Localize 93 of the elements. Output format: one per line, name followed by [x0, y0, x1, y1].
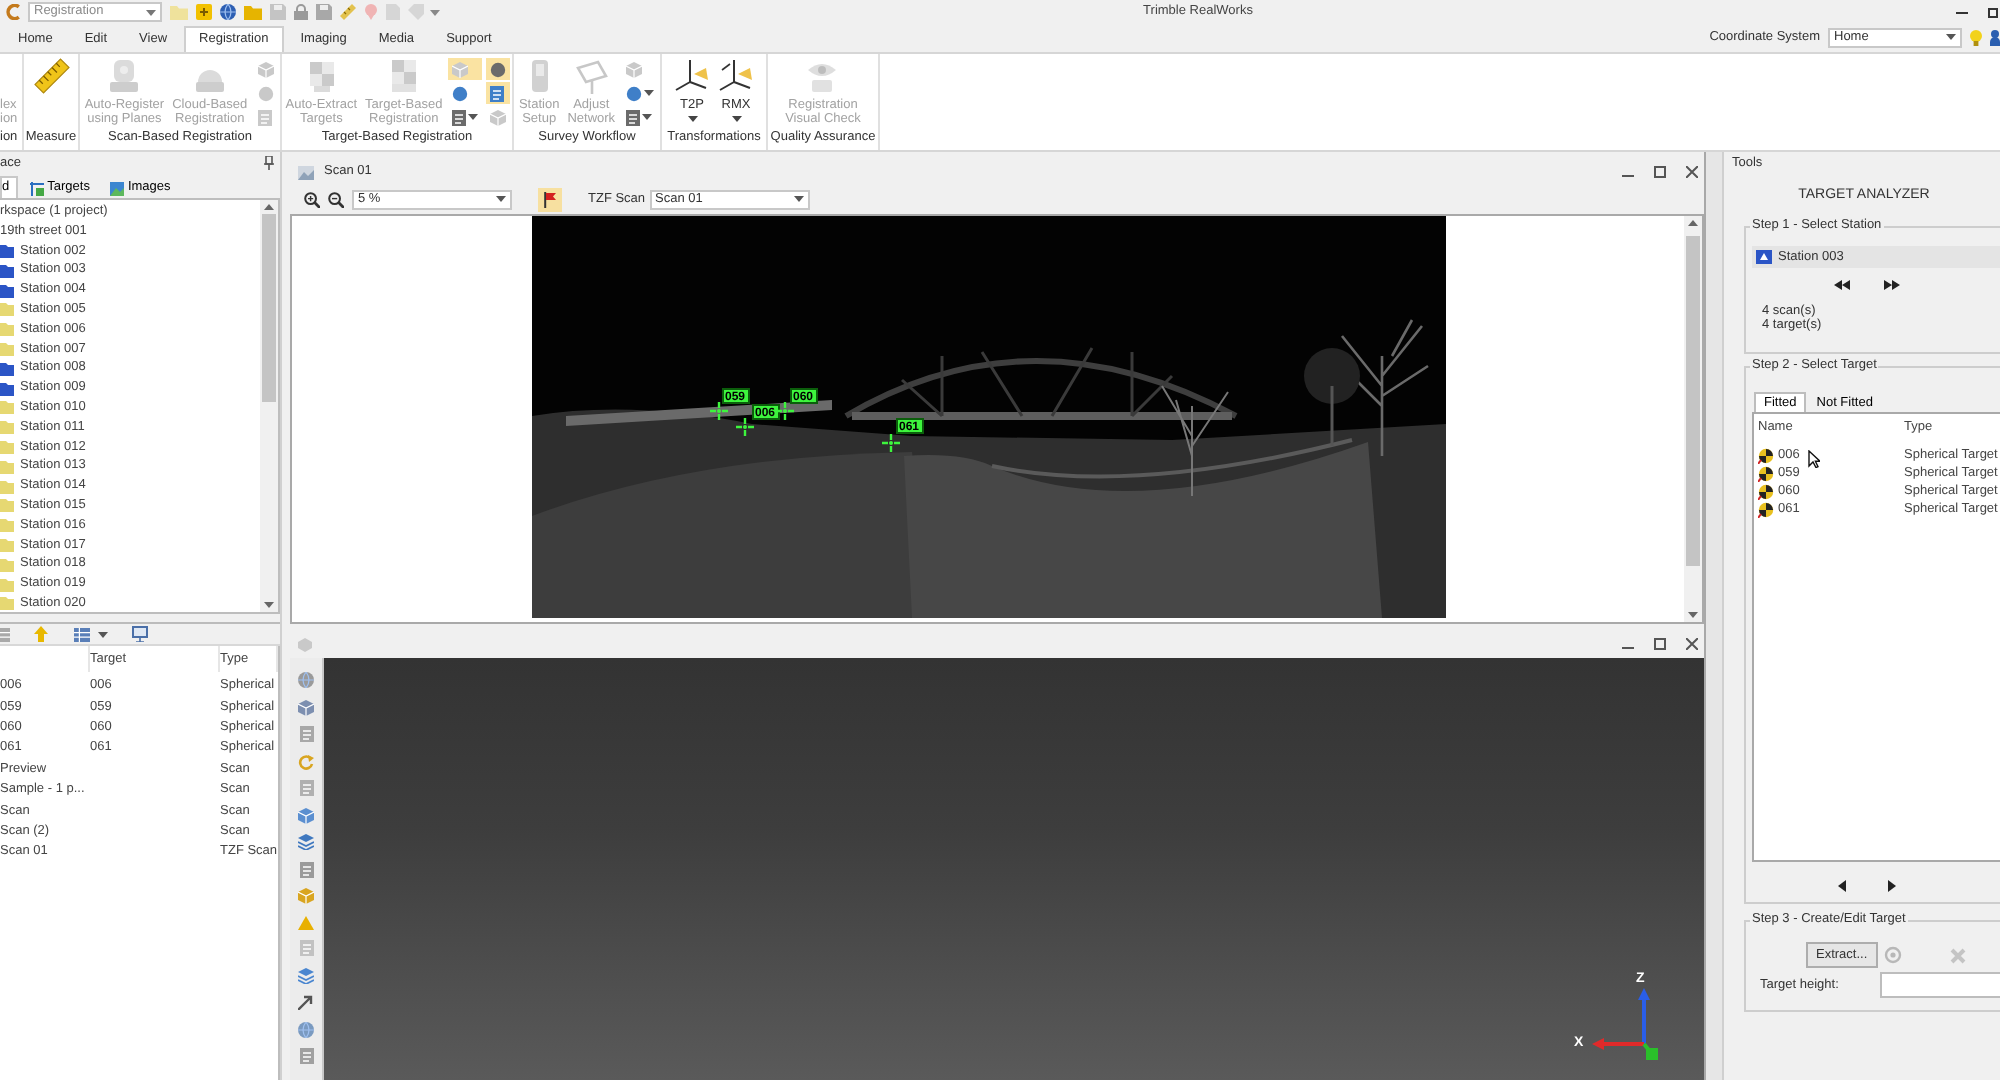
maximize-icon[interactable]: [1988, 6, 1998, 18]
left-arrow-icon: [1838, 880, 1846, 892]
marker-icon[interactable]: [364, 4, 378, 20]
caret-icon: [146, 9, 156, 15]
ribbon-button[interactable]: [29, 58, 73, 94]
axes-icon: [674, 58, 710, 94]
image-icon: [298, 165, 314, 179]
cube-icon: [452, 61, 469, 77]
cube-icon: [257, 61, 274, 77]
scroll-down-arrow-icon[interactable]: [264, 602, 274, 608]
caret-icon: [496, 196, 506, 202]
ribbon-small-button[interactable]: [448, 106, 483, 128]
picture-icon: [109, 181, 124, 195]
warning-icon[interactable]: [298, 915, 314, 929]
zoom-out-icon[interactable]: [328, 191, 344, 207]
ribbon-small-button[interactable]: [621, 82, 658, 104]
sheet-icon: [257, 109, 272, 125]
monitor-icon[interactable]: [132, 626, 148, 642]
logo-icon: [6, 4, 20, 20]
sheet-icon[interactable]: [299, 1048, 313, 1064]
scroll-down-arrow-icon[interactable]: [1688, 612, 1698, 618]
maximize-icon[interactable]: [1654, 638, 1666, 650]
right-arrow-icon: [1888, 880, 1896, 892]
layers-icon[interactable]: [298, 834, 314, 850]
folder-icon[interactable]: [244, 5, 262, 19]
person-icon[interactable]: [1990, 29, 2000, 45]
cube-icon: [490, 109, 507, 125]
caret-icon: [468, 114, 479, 120]
close-icon[interactable]: [1686, 166, 1698, 178]
minimize-icon[interactable]: [1956, 6, 1968, 18]
target-icon[interactable]: [1883, 946, 1902, 964]
caret-icon: [430, 9, 440, 15]
pin-icon[interactable]: [264, 156, 274, 170]
eye-icon: [804, 58, 841, 94]
caret-icon: [641, 114, 652, 120]
up-arrow-icon[interactable]: [34, 626, 48, 642]
axes-icon: [718, 58, 754, 94]
caret-icon: [793, 196, 804, 202]
sphere-icon: [490, 61, 507, 77]
crosshair-icon: [775, 402, 793, 420]
crosshair-icon: [881, 434, 899, 452]
layers-icon[interactable]: [298, 967, 314, 983]
scroll-up-arrow-icon[interactable]: [1688, 220, 1698, 226]
station-icon: [1756, 250, 1772, 264]
sheet-icon: [490, 85, 505, 101]
sheet-icon: [625, 109, 640, 125]
caret-icon: [98, 631, 108, 637]
ribbon-small-button[interactable]: [486, 58, 511, 80]
zoom-in-icon[interactable]: [304, 191, 320, 207]
sphere-icon: [257, 85, 274, 101]
signpost-icon: [573, 58, 610, 94]
scrollbar-thumb[interactable]: [1686, 236, 1700, 566]
flag-icon: [544, 191, 556, 207]
arrow-icon[interactable]: [298, 994, 314, 1010]
fast-forward-icon: [1884, 279, 1900, 289]
sphere-icon: [452, 85, 469, 101]
ruler-icon[interactable]: [340, 4, 356, 20]
sheet-icon[interactable]: [299, 726, 313, 742]
cube-icon[interactable]: [298, 699, 314, 715]
crosshair-list-icon: [29, 181, 44, 195]
caret-icon: [643, 90, 654, 96]
maximize-icon[interactable]: [1654, 166, 1666, 178]
close-icon[interactable]: [1686, 638, 1698, 650]
mouse-pointer-icon: [1808, 450, 1820, 468]
lock-icon[interactable]: [294, 4, 308, 20]
rewind-icon: [1834, 279, 1850, 289]
sheet-icon[interactable]: [299, 780, 313, 796]
cube-icon: [298, 637, 312, 651]
globe-icon[interactable]: [298, 672, 314, 688]
list-icon[interactable]: [74, 627, 90, 641]
caret-icon: [1946, 34, 1956, 40]
cube-icon[interactable]: [298, 807, 314, 823]
caret-icon: [687, 116, 697, 122]
crosshair-icon: [735, 418, 753, 436]
scrollbar-thumb[interactable]: [262, 214, 276, 402]
sheet-icon: [452, 109, 467, 125]
sphere-icon: [625, 85, 642, 101]
cube-icon: [625, 61, 642, 77]
ribbon-small-button[interactable]: [621, 106, 658, 128]
rotate-icon[interactable]: [298, 753, 314, 769]
globe-icon[interactable]: [220, 4, 236, 20]
lightbulb-icon[interactable]: [1970, 29, 1982, 45]
caret-icon: [731, 116, 741, 122]
cube-icon[interactable]: [298, 888, 314, 904]
flag-button[interactable]: [538, 187, 562, 211]
scanner-icon: [106, 58, 143, 94]
target-height-field[interactable]: [1880, 972, 2000, 998]
globe-icon[interactable]: [298, 1021, 314, 1037]
box-icon[interactable]: [196, 4, 212, 20]
sheet-icon[interactable]: [299, 861, 313, 877]
ribbon-small-button[interactable]: [486, 82, 511, 104]
scroll-up-arrow-icon[interactable]: [264, 204, 274, 210]
crosshair-icon: [709, 402, 727, 420]
